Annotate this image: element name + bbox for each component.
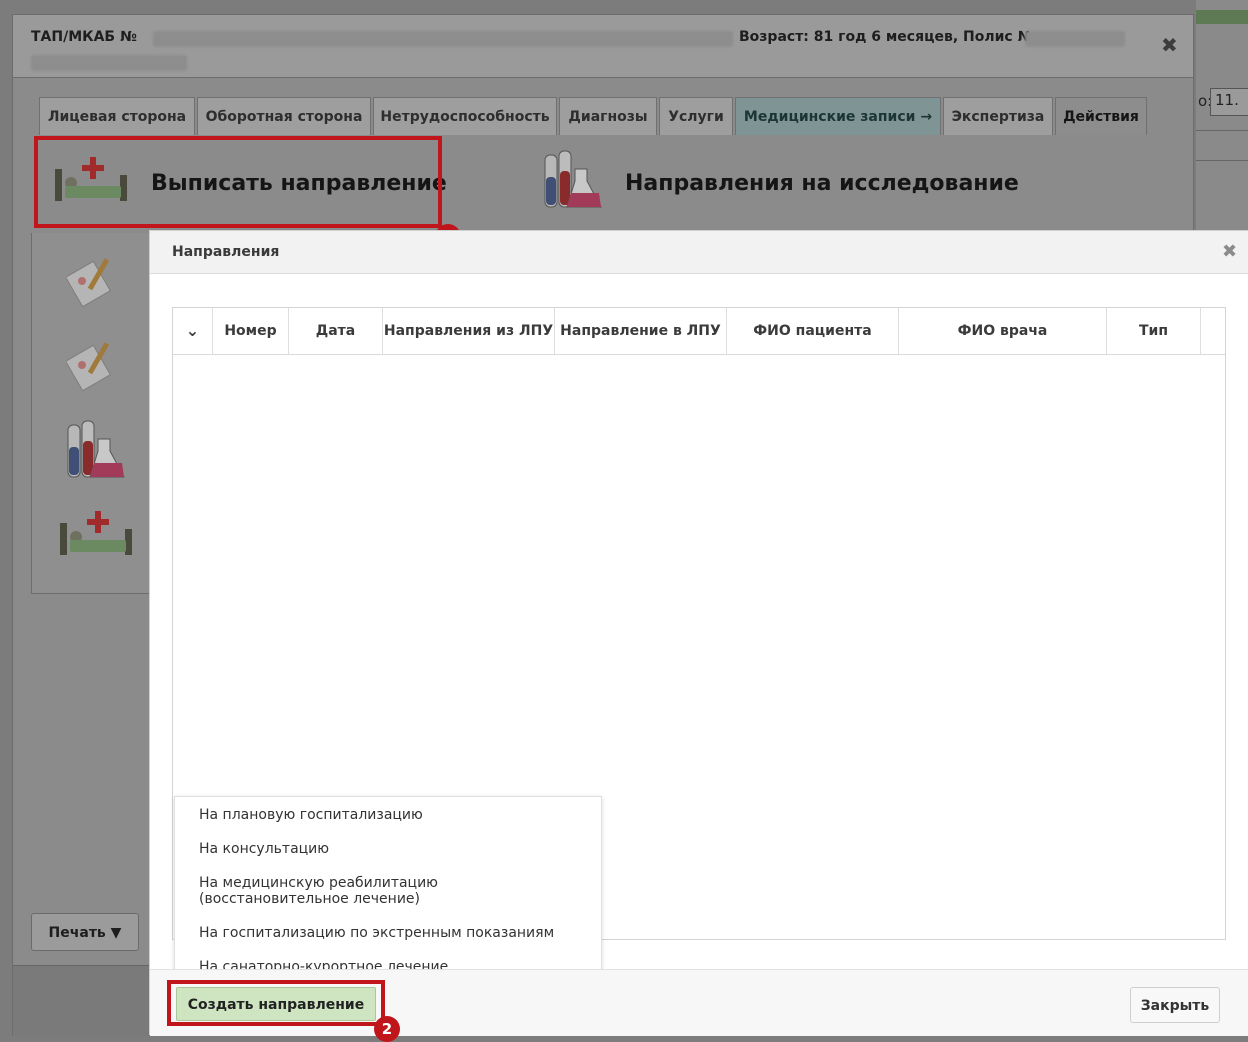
- tab-diagnoses[interactable]: Диагнозы: [559, 97, 657, 135]
- tab-medical-records[interactable]: Медицинские записи →: [735, 97, 941, 135]
- redacted-card-number: [31, 55, 187, 71]
- column-header-doctor-name[interactable]: ФИО врача: [899, 308, 1107, 354]
- document-edit-icon[interactable]: [66, 337, 120, 391]
- dialog-header: Направления ✖: [150, 231, 1248, 274]
- close-icon[interactable]: ✖: [1161, 33, 1178, 57]
- menu-item-emergency-hospitalization[interactable]: На госпитализацию по экстренным показани…: [199, 925, 554, 941]
- test-tubes-icon: [544, 150, 602, 208]
- column-header-to-lpu[interactable]: Направление в ЛПУ: [555, 308, 727, 354]
- divider: [1196, 160, 1248, 161]
- menu-item-rehabilitation[interactable]: На медицинскую реабилитацию (восстановит…: [199, 875, 438, 907]
- referrals-dialog: Направления ✖ ⌄ Номер Дата Направления и…: [149, 230, 1248, 1036]
- tab-back-side[interactable]: Оборотная сторона: [197, 97, 371, 135]
- column-header-patient-name[interactable]: ФИО пациента: [727, 308, 899, 354]
- select-all-chevron-icon[interactable]: ⌄: [173, 308, 213, 354]
- table-header: ⌄ Номер Дата Направления из ЛПУ Направле…: [173, 308, 1225, 355]
- highlight-box-create-referral: [167, 980, 385, 1026]
- tab-actions[interactable]: Действия: [1055, 97, 1147, 135]
- background-header-accent: [1196, 10, 1248, 24]
- menu-item-consultation[interactable]: На консультацию: [199, 841, 329, 857]
- menu-item-planned-hospitalization[interactable]: На плановую госпитализацию: [199, 807, 423, 823]
- divider: [1196, 130, 1248, 131]
- callout-badge-2: 2: [374, 1016, 400, 1042]
- tap-window-header: ТАП/МКАБ № Возраст: 81 год 6 месяцев, По…: [13, 15, 1193, 78]
- tap-window-title: ТАП/МКАБ №: [31, 29, 137, 45]
- document-edit-icon[interactable]: [66, 253, 120, 307]
- column-header-from-lpu[interactable]: Направления из ЛПУ: [383, 308, 555, 354]
- referral-type-menu: На плановую госпитализацию На консультац…: [174, 796, 602, 984]
- research-referrals-button[interactable]: Направления на исследование: [625, 171, 1019, 196]
- print-button[interactable]: Печать ▼: [31, 913, 139, 951]
- left-icon-panel: [31, 233, 153, 594]
- tab-services[interactable]: Услуги: [659, 97, 733, 135]
- redacted-patient-info: [153, 31, 733, 47]
- column-header-type[interactable]: Тип: [1107, 308, 1201, 354]
- tab-expertise[interactable]: Экспертиза: [943, 97, 1053, 135]
- column-header-number[interactable]: Номер: [213, 308, 289, 354]
- tab-front-side[interactable]: Лицевая сторона: [39, 97, 195, 135]
- column-header-date[interactable]: Дата: [289, 308, 383, 354]
- bed-plus-icon[interactable]: [58, 507, 134, 559]
- patient-age-policy: Возраст: 81 год 6 месяцев, Полис №: [739, 29, 1035, 45]
- tab-disability[interactable]: Нетрудоспособность: [373, 97, 557, 135]
- test-tubes-icon[interactable]: [60, 419, 128, 483]
- close-icon[interactable]: ✖: [1222, 241, 1237, 262]
- dialog-title: Направления: [172, 244, 280, 260]
- redacted-policy-number: [1025, 31, 1125, 47]
- close-button[interactable]: Закрыть: [1130, 987, 1220, 1023]
- background-date-field[interactable]: 11.: [1210, 88, 1248, 116]
- highlight-box-write-referral: [34, 136, 442, 228]
